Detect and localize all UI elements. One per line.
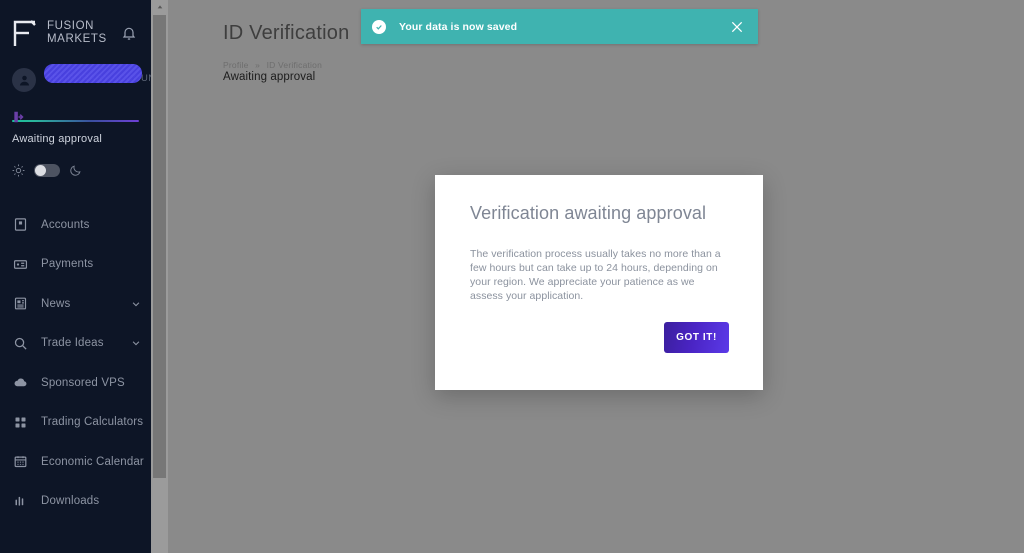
page-status-text: Awaiting approval [223,71,316,83]
brand-line-2: MARKETS [47,33,107,45]
breadcrumb: Profile » ID Verification [223,60,322,70]
sidebar-item-news[interactable]: News [0,284,151,324]
chevron-up-icon [157,5,162,9]
modal-title: Verification awaiting approval [470,203,707,223]
payments-card-icon [13,257,28,272]
theme-toggle-switch[interactable] [34,164,60,177]
main-content: ID Verification Profile » ID Verificatio… [168,0,1024,553]
sidebar-item-label: Accounts [41,218,90,231]
profile-block[interactable]: TEMPORARY ACCOUNT [0,54,151,102]
page-scrollbar-thumb[interactable] [153,15,166,478]
page-title: ID Verification [223,22,350,44]
profile-identity: TEMPORARY ACCOUNT [44,64,151,86]
sidebar-item-label: Sponsored VPS [41,376,125,389]
avatar [12,68,36,92]
brand-header[interactable]: FUSION MARKETS [0,0,151,54]
sidebar-item-accounts[interactable]: Accounts [0,205,151,245]
theme-toggle-row[interactable] [12,164,139,177]
moon-icon[interactable] [69,164,82,177]
got-it-button[interactable]: GOT IT! [664,322,729,353]
verification-modal: Verification awaiting approval The verif… [435,175,763,390]
fusion-f-logo-icon [12,18,38,48]
sidebar-item-payments[interactable]: Payments [0,245,151,285]
news-icon [13,296,28,311]
logout-icon[interactable] [12,110,26,125]
scrollbar-up-button[interactable] [151,0,168,14]
sidebar-nav: Accounts Payments News Trade Ideas Spons… [0,205,151,521]
toast-notification: Your data is now saved [361,9,758,44]
sidebar-item-trade-ideas[interactable]: Trade Ideas [0,324,151,364]
sidebar: FUSION MARKETS TEMPORARY ACCOUNT [0,0,151,553]
sidebar-item-label: News [41,297,71,310]
breadcrumb-separator: » [255,60,260,70]
redaction-overlay [44,64,142,83]
sidebar-item-label: Trading Calculators [41,416,144,429]
accounts-icon [13,217,28,232]
brand-name: FUSION MARKETS [47,20,121,46]
sidebar-item-downloads[interactable]: Downloads [0,482,151,522]
search-icon [13,336,28,351]
cloud-icon [13,375,28,390]
chevron-down-icon[interactable] [131,299,141,309]
downloads-bars-icon [13,494,28,509]
chevron-down-icon[interactable] [131,338,141,348]
sidebar-item-sponsored-vps[interactable]: Sponsored VPS [0,363,151,403]
approval-progress-bar [12,120,139,122]
sidebar-item-economic-calendar[interactable]: Economic Calendar [0,442,151,482]
sidebar-item-label: Economic Calendar [41,455,144,468]
calculator-icon [13,415,28,430]
brand-line-1: FUSION [47,20,95,32]
sidebar-item-trading-calculators[interactable]: Trading Calculators [0,403,151,443]
sidebar-item-label: Payments [41,258,94,271]
sidebar-item-label: Downloads [41,495,100,508]
approval-status-label: Awaiting approval [12,133,103,145]
toast-message: Your data is now saved [399,20,518,33]
breadcrumb-parent[interactable]: Profile [223,60,249,70]
breadcrumb-current: ID Verification [266,60,323,70]
bell-icon[interactable] [121,25,137,41]
calendar-icon [13,454,28,469]
sidebar-item-label: Trade Ideas [41,337,104,350]
sun-icon[interactable] [12,164,25,177]
check-circle-icon [372,19,386,34]
modal-body-text: The verification process usually takes n… [470,248,721,302]
close-icon[interactable] [729,19,745,35]
